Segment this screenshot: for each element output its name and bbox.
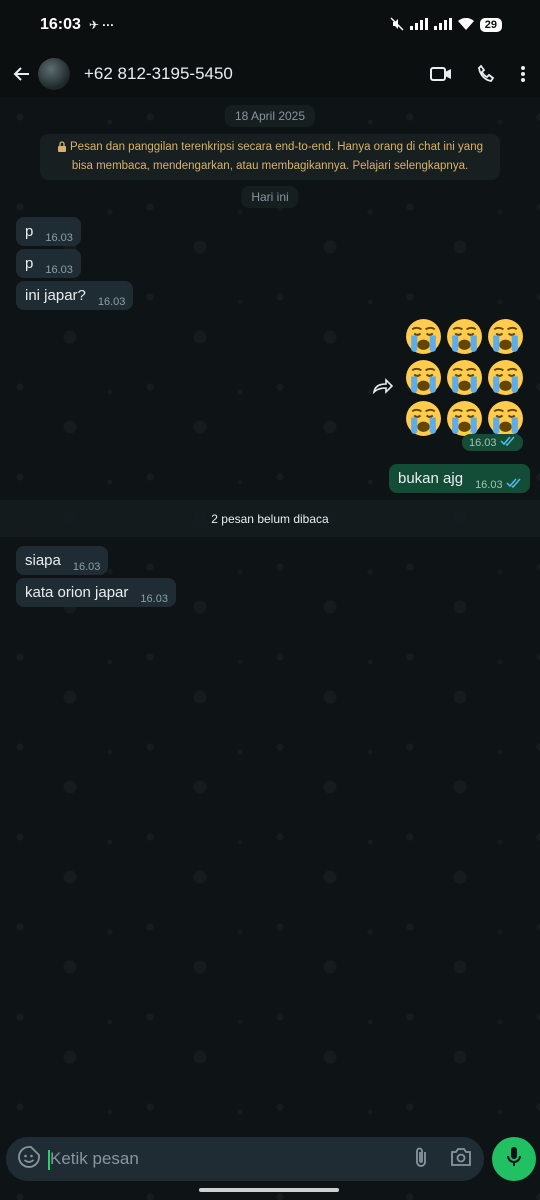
voice-message-button[interactable] bbox=[492, 1137, 536, 1181]
message-composer: Ketik pesan bbox=[6, 1137, 484, 1181]
camera-icon[interactable] bbox=[450, 1147, 472, 1171]
signal-icon bbox=[433, 17, 452, 33]
microphone-icon bbox=[506, 1146, 522, 1173]
status-bar: 16:03 ✈ ··· 29 bbox=[0, 0, 540, 50]
message-text: ini japar? bbox=[25, 287, 86, 304]
message-input[interactable]: Ketik pesan bbox=[48, 1149, 414, 1170]
loudly-crying-face-icon bbox=[487, 318, 524, 355]
emoji-sticker-icon[interactable] bbox=[18, 1145, 40, 1173]
message-text: p bbox=[25, 223, 34, 240]
message-incoming[interactable]: p 16.03 bbox=[16, 249, 81, 278]
message-text: siapa bbox=[25, 552, 61, 569]
voice-call-icon[interactable] bbox=[476, 64, 496, 84]
loudly-crying-face-icon bbox=[405, 359, 442, 396]
chat-wallpaper bbox=[0, 97, 540, 1200]
message-text: p bbox=[25, 255, 34, 272]
loudly-crying-face-icon bbox=[446, 400, 483, 437]
loudly-crying-face-icon bbox=[487, 359, 524, 396]
message-time: 16.03 bbox=[469, 436, 497, 449]
message-meta: 16.03 bbox=[475, 478, 522, 491]
message-time: 16.03 bbox=[45, 232, 73, 244]
video-call-icon[interactable] bbox=[430, 66, 452, 82]
emoji-message-time: 16.03 bbox=[462, 434, 523, 451]
unread-messages-banner: 2 pesan belum dibaca bbox=[0, 500, 540, 537]
message-incoming[interactable]: ini japar? 16.03 bbox=[16, 281, 134, 310]
contact-name[interactable]: +62 812-3195-5450 bbox=[84, 64, 430, 84]
back-arrow-icon[interactable] bbox=[8, 65, 36, 83]
avatar[interactable] bbox=[38, 57, 70, 90]
message-incoming[interactable]: p 16.03 bbox=[16, 217, 81, 246]
loudly-crying-face-icon bbox=[405, 400, 442, 437]
message-time: 16.03 bbox=[140, 593, 168, 605]
today-separator: Hari ini bbox=[241, 186, 299, 208]
message-outgoing[interactable]: bukan ajg 16.03 bbox=[389, 464, 530, 493]
mute-icon bbox=[390, 16, 404, 34]
loudly-crying-face-icon bbox=[487, 400, 524, 437]
message-time: 16.03 bbox=[475, 478, 503, 491]
battery-level: 29 bbox=[479, 18, 502, 32]
status-extra: ✈ ··· bbox=[88, 18, 115, 32]
message-time: 16.03 bbox=[97, 296, 126, 308]
attachment-icon[interactable] bbox=[414, 1146, 428, 1173]
message-time: 16.03 bbox=[45, 264, 73, 276]
message-input-placeholder: Ketik pesan bbox=[50, 1149, 139, 1168]
text-caret bbox=[48, 1150, 50, 1170]
loudly-crying-face-icon bbox=[405, 318, 442, 355]
unread-label: 2 pesan belum dibaca bbox=[211, 511, 329, 526]
wifi-icon bbox=[457, 17, 474, 33]
read-receipt-icon bbox=[500, 436, 516, 449]
date-separator: 18 April 2025 bbox=[224, 105, 316, 127]
message-incoming[interactable]: siapa 16.03 bbox=[16, 546, 109, 575]
forward-icon[interactable] bbox=[372, 376, 394, 399]
message-text: kata orion japar bbox=[25, 584, 129, 601]
signal-icon bbox=[409, 17, 428, 33]
loudly-crying-face-icon bbox=[446, 318, 483, 355]
loudly-crying-face-icon bbox=[446, 359, 483, 396]
emoji-message[interactable]: (function(){ var face = '<svg width="37"… bbox=[405, 318, 525, 437]
encryption-notice[interactable]: Pesan dan panggilan terenkripsi secara e… bbox=[40, 134, 500, 180]
status-time: 16:03 bbox=[40, 16, 81, 33]
message-text: bukan ajg bbox=[398, 470, 464, 487]
message-incoming[interactable]: kata orion japar 16.03 bbox=[16, 578, 176, 607]
home-indicator[interactable] bbox=[199, 1188, 339, 1192]
more-options-icon[interactable] bbox=[520, 65, 526, 83]
encryption-notice-text: Pesan dan panggilan terenkripsi secara e… bbox=[70, 141, 483, 172]
lock-icon bbox=[57, 141, 67, 158]
message-time: 16.03 bbox=[72, 561, 101, 573]
read-receipt-icon bbox=[506, 478, 522, 491]
chat-header: +62 812-3195-5450 bbox=[0, 50, 540, 97]
